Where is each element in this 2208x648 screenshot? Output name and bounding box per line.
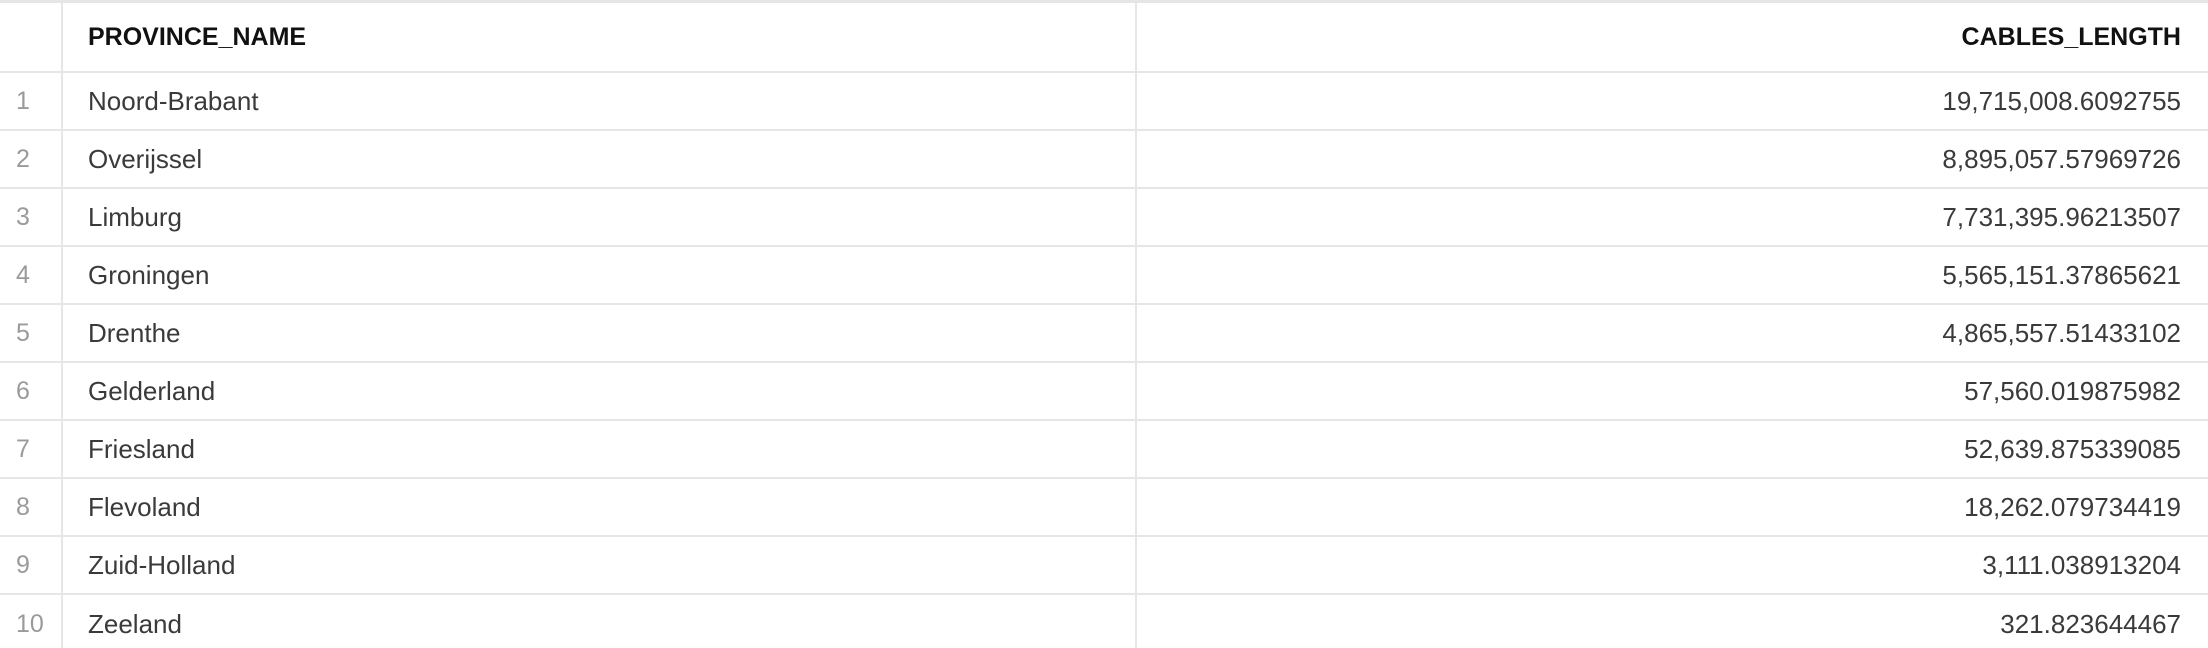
table-header-row: PROVINCE_NAME CABLES_LENGTH xyxy=(0,3,2208,73)
province-name-cell[interactable]: Gelderland xyxy=(63,363,1137,419)
row-number: 2 xyxy=(0,131,63,187)
results-table: PROVINCE_NAME CABLES_LENGTH 1 Noord-Brab… xyxy=(0,0,2208,648)
row-number-header xyxy=(0,3,63,71)
province-name-cell[interactable]: Overijssel xyxy=(63,131,1137,187)
cables-length-cell[interactable]: 7,731,395.96213507 xyxy=(1137,189,2208,245)
row-number: 9 xyxy=(0,537,63,593)
cables-length-cell[interactable]: 52,639.875339085 xyxy=(1137,421,2208,477)
table-row[interactable]: 2 Overijssel 8,895,057.57969726 xyxy=(0,131,2208,189)
table-row[interactable]: 8 Flevoland 18,262.079734419 xyxy=(0,479,2208,537)
province-name-cell[interactable]: Friesland xyxy=(63,421,1137,477)
cables-length-cell[interactable]: 18,262.079734419 xyxy=(1137,479,2208,535)
table-row[interactable]: 9 Zuid-Holland 3,111.038913204 xyxy=(0,537,2208,595)
row-number: 7 xyxy=(0,421,63,477)
cables-length-cell[interactable]: 321.823644467 xyxy=(1137,595,2208,648)
table-row[interactable]: 4 Groningen 5,565,151.37865621 xyxy=(0,247,2208,305)
province-name-cell[interactable]: Groningen xyxy=(63,247,1137,303)
row-number: 8 xyxy=(0,479,63,535)
cables-length-cell[interactable]: 8,895,057.57969726 xyxy=(1137,131,2208,187)
row-number: 1 xyxy=(0,73,63,129)
cables-length-cell[interactable]: 4,865,557.51433102 xyxy=(1137,305,2208,361)
row-number: 3 xyxy=(0,189,63,245)
table-row[interactable]: 7 Friesland 52,639.875339085 xyxy=(0,421,2208,479)
province-name-cell[interactable]: Drenthe xyxy=(63,305,1137,361)
table-row[interactable]: 5 Drenthe 4,865,557.51433102 xyxy=(0,305,2208,363)
cables-length-cell[interactable]: 19,715,008.6092755 xyxy=(1137,73,2208,129)
cables-length-cell[interactable]: 57,560.019875982 xyxy=(1137,363,2208,419)
province-name-cell[interactable]: Flevoland xyxy=(63,479,1137,535)
table-row[interactable]: 3 Limburg 7,731,395.96213507 xyxy=(0,189,2208,247)
row-number: 5 xyxy=(0,305,63,361)
row-number: 10 xyxy=(0,595,63,648)
province-name-cell[interactable]: Limburg xyxy=(63,189,1137,245)
cables-length-cell[interactable]: 3,111.038913204 xyxy=(1137,537,2208,593)
table-row[interactable]: 6 Gelderland 57,560.019875982 xyxy=(0,363,2208,421)
cables-length-cell[interactable]: 5,565,151.37865621 xyxy=(1137,247,2208,303)
table-row[interactable]: 10 Zeeland 321.823644467 xyxy=(0,595,2208,648)
province-name-cell[interactable]: Zeeland xyxy=(63,595,1137,648)
province-name-cell[interactable]: Noord-Brabant xyxy=(63,73,1137,129)
row-number: 4 xyxy=(0,247,63,303)
row-number: 6 xyxy=(0,363,63,419)
column-header-province-name[interactable]: PROVINCE_NAME xyxy=(63,3,1137,71)
province-name-cell[interactable]: Zuid-Holland xyxy=(63,537,1137,593)
column-header-cables-length[interactable]: CABLES_LENGTH xyxy=(1137,3,2208,71)
table-row[interactable]: 1 Noord-Brabant 19,715,008.6092755 xyxy=(0,73,2208,131)
